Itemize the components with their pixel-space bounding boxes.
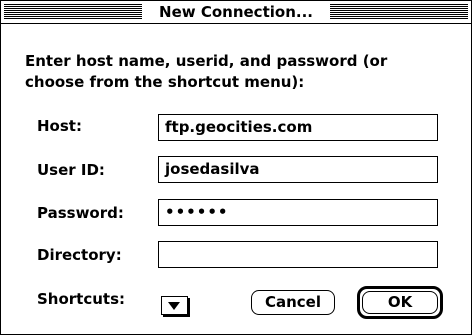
triangle-down-icon: [168, 302, 180, 310]
ok-button[interactable]: OK: [362, 291, 438, 314]
directory-field[interactable]: [158, 241, 438, 268]
title-bar-stripes-right: [330, 4, 468, 19]
instructions-line-1: Enter host name, userid, and password (o…: [25, 52, 388, 70]
host-field[interactable]: ftp.geocities.com: [158, 114, 438, 141]
password-field[interactable]: ••••••: [158, 199, 438, 226]
shortcuts-label: Shortcuts:: [37, 290, 126, 308]
password-label: Password:: [37, 204, 124, 222]
dialog-title: New Connection...: [142, 1, 330, 23]
directory-label: Directory:: [37, 246, 122, 264]
userid-field[interactable]: josedasilva: [158, 156, 438, 183]
cancel-button[interactable]: Cancel: [251, 290, 335, 315]
title-bar[interactable]: New Connection...: [1, 1, 471, 24]
instructions: Enter host name, userid, and password (o…: [25, 51, 445, 93]
shortcuts-popup-menu[interactable]: [161, 296, 188, 315]
userid-label: User ID:: [37, 161, 105, 179]
host-label: Host:: [37, 117, 82, 135]
instructions-line-2: choose from the shortcut menu):: [25, 73, 305, 91]
title-bar-stripes-left: [4, 4, 142, 19]
new-connection-dialog: New Connection... Enter host name, useri…: [0, 0, 472, 335]
